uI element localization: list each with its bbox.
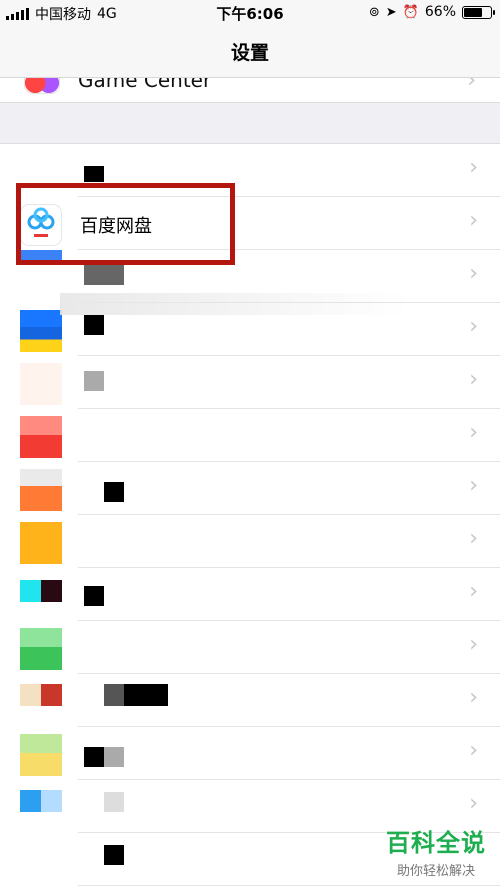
redacted-label <box>104 845 124 865</box>
chevron-right-icon: › <box>469 155 478 180</box>
app-icon <box>20 310 62 352</box>
redacted-label <box>84 315 104 335</box>
app-icon <box>20 734 62 776</box>
chevron-right-icon: › <box>469 632 478 657</box>
battery-icon <box>462 5 495 19</box>
chevron-right-icon: › <box>469 420 478 445</box>
redacted-label <box>124 684 168 706</box>
chevron-right-icon: › <box>469 526 478 551</box>
app-icon <box>20 580 62 602</box>
settings-row[interactable]: › <box>0 727 500 780</box>
watermark-title: 百科全说 <box>386 829 486 857</box>
chevron-right-icon: › <box>469 261 478 286</box>
app-icon <box>20 790 62 812</box>
app-icon <box>20 416 62 458</box>
redacted-label <box>84 371 104 391</box>
status-right: ⊚ ➤ ⏰ 66% <box>368 4 495 20</box>
redacted-label <box>84 265 124 285</box>
redacted-label <box>104 747 124 767</box>
watermark: 百科全说 助你轻松解决 <box>386 823 486 879</box>
redacted-label <box>104 482 124 502</box>
battery-percent: 66% <box>424 4 456 20</box>
settings-row[interactable]: › <box>0 515 500 568</box>
page-title: 设置 <box>230 42 269 64</box>
settings-row[interactable]: › <box>0 356 500 409</box>
highlight-box <box>16 183 235 265</box>
settings-row-game-center[interactable]: Game Center › <box>0 78 500 102</box>
chevron-right-icon: › <box>469 367 478 392</box>
settings-row[interactable]: › <box>0 621 500 674</box>
app-icon <box>20 469 62 511</box>
app-icon <box>20 522 62 564</box>
chevron-right-icon: › <box>469 473 478 498</box>
chevron-right-icon: › <box>469 791 478 816</box>
chevron-right-icon: › <box>469 314 478 339</box>
orientation-lock-icon: ⊚ <box>368 4 380 20</box>
redacted-label <box>104 792 124 812</box>
chevron-right-icon: › <box>469 579 478 604</box>
redacted-label <box>84 586 104 606</box>
app-icon <box>20 628 62 670</box>
settings-row[interactable]: › <box>0 568 500 621</box>
blur-smear <box>60 293 410 315</box>
game-center-icon <box>24 78 60 94</box>
location-icon: ➤ <box>385 4 397 20</box>
chevron-right-icon: › <box>469 685 478 710</box>
redacted-label <box>84 166 104 182</box>
watermark-subtitle: 助你轻松解决 <box>396 864 475 879</box>
status-bar: 中国移动 4G 下午6:06 ⊚ ➤ ⏰ 66% <box>0 0 500 26</box>
navigation-bar: 设置 <box>0 26 500 78</box>
row-label: Game Center <box>78 78 212 92</box>
app-icon <box>20 684 62 706</box>
settings-row[interactable]: › <box>0 409 500 462</box>
chevron-right-icon: › <box>467 78 476 93</box>
app-icon <box>20 840 62 882</box>
settings-row[interactable]: › <box>0 462 500 515</box>
settings-row[interactable]: › <box>0 674 500 727</box>
chevron-right-icon: › <box>469 208 478 233</box>
app-icon <box>20 363 62 405</box>
redacted-label <box>84 747 104 767</box>
section-gap <box>0 102 500 144</box>
redacted-label <box>104 684 124 706</box>
chevron-right-icon: › <box>469 738 478 763</box>
alarm-icon: ⏰ <box>402 4 419 20</box>
